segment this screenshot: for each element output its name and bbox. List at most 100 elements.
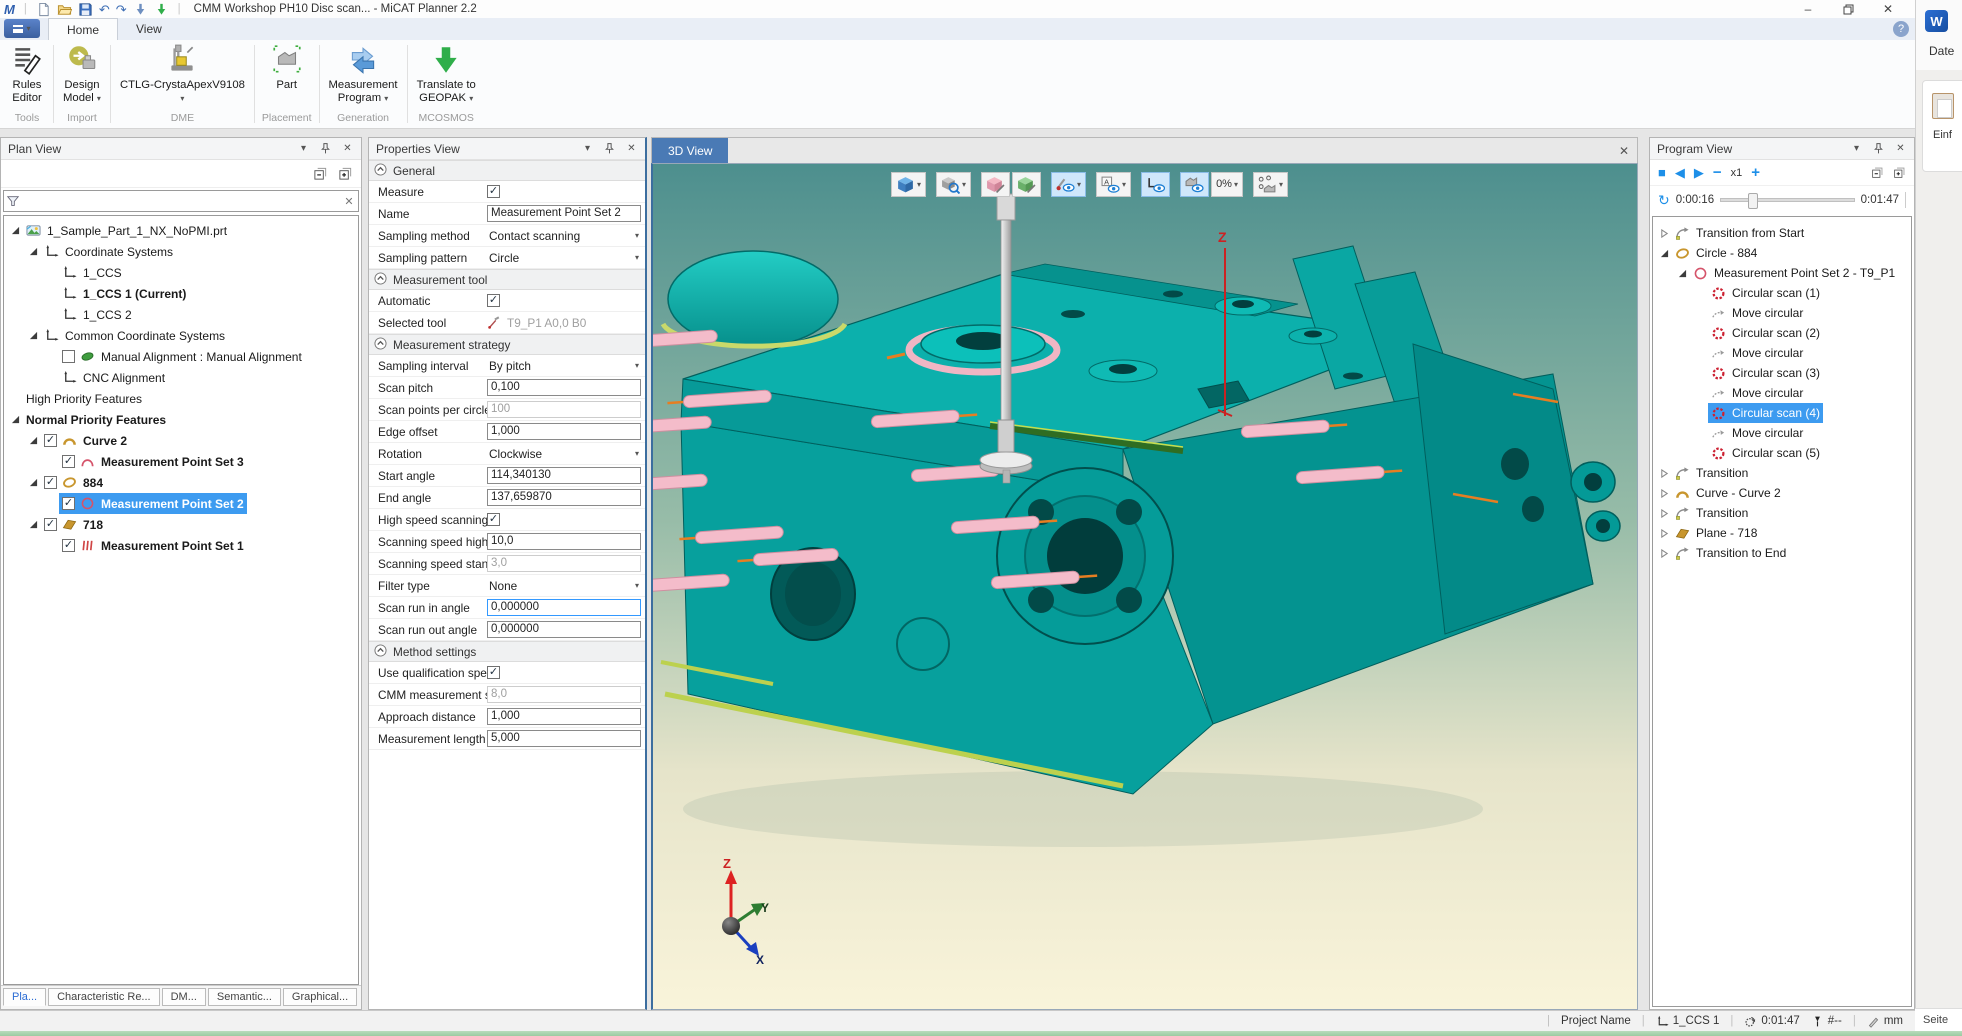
label-visibility-button[interactable]: A▾ bbox=[1096, 172, 1131, 197]
view-orientation-button[interactable]: ▾ bbox=[891, 172, 926, 197]
pin-icon[interactable] bbox=[603, 142, 616, 155]
zoom-fit-button[interactable]: ▾ bbox=[936, 172, 971, 197]
checkbox[interactable]: ✓ bbox=[487, 666, 500, 679]
hide-uncut-button[interactable] bbox=[981, 172, 1010, 197]
checkbox[interactable]: ✓ bbox=[44, 518, 57, 531]
transparency-button[interactable]: 0%▾ bbox=[1211, 172, 1243, 197]
expander-open-icon[interactable] bbox=[26, 247, 41, 256]
export-arrow-icon[interactable] bbox=[154, 2, 169, 17]
filter-input[interactable] bbox=[22, 192, 340, 210]
expander-open-icon[interactable] bbox=[8, 226, 23, 235]
plan-tree-item[interactable]: ✓Measurement Point Set 2 bbox=[4, 493, 358, 514]
part-button[interactable]: Part bbox=[262, 40, 312, 108]
property-dropdown[interactable]: None▾ bbox=[487, 579, 641, 593]
program-tree-item[interactable]: Transition from Start bbox=[1653, 223, 1911, 243]
save-icon[interactable] bbox=[78, 2, 93, 17]
checkbox[interactable] bbox=[62, 350, 75, 363]
loop-icon[interactable]: ↻ bbox=[1658, 192, 1670, 209]
checkbox[interactable]: ✓ bbox=[44, 476, 57, 489]
chevron-down-icon[interactable]: ▾ bbox=[297, 142, 310, 155]
expander-open-icon[interactable] bbox=[1657, 249, 1672, 258]
program-tree-item[interactable]: Circular scan (5) bbox=[1653, 443, 1911, 463]
plan-tree-item[interactable]: 1_CCS 1 (Current) bbox=[4, 283, 358, 304]
program-tree-item[interactable]: Measurement Point Set 2 - T9_P1 bbox=[1653, 263, 1911, 283]
restore-button[interactable] bbox=[1841, 2, 1855, 16]
chevron-down-icon[interactable]: ▾ bbox=[581, 142, 594, 155]
expander-open-icon[interactable] bbox=[26, 520, 41, 529]
expander-closed-icon[interactable] bbox=[1657, 469, 1672, 478]
collapse-section-icon[interactable] bbox=[374, 272, 387, 288]
close-icon[interactable]: ✕ bbox=[1894, 142, 1907, 155]
plan-tree-item[interactable]: ✓Measurement Point Set 3 bbox=[4, 451, 358, 472]
speed-decrease-button[interactable]: − bbox=[1713, 166, 1722, 179]
plan-tree-item[interactable]: 1_Sample_Part_1_NX_NoPMI.prt bbox=[4, 220, 358, 241]
step-back-button[interactable]: ◀ bbox=[1675, 166, 1685, 179]
plan-tree-item[interactable]: 1_CCS bbox=[4, 262, 358, 283]
property-input[interactable]: 137,659870 bbox=[487, 489, 641, 506]
property-dropdown[interactable]: By pitch▾ bbox=[487, 359, 641, 373]
hide-cut-button[interactable] bbox=[1012, 172, 1041, 197]
3d-viewport[interactable]: Z Z Y X ▾▾▾A▾0%▾▾ bbox=[651, 163, 1638, 1010]
property-input[interactable]: 0,000000 bbox=[487, 621, 641, 638]
app-icon[interactable]: M bbox=[4, 2, 15, 17]
bottom-tab-semantic[interactable]: Semantic... bbox=[208, 988, 281, 1006]
property-dropdown[interactable]: Contact scanning▾ bbox=[487, 229, 641, 243]
part-visibility-button[interactable] bbox=[1180, 172, 1209, 197]
program-tree-item[interactable]: Circle - 884 bbox=[1653, 243, 1911, 263]
property-input[interactable]: 0,100 bbox=[487, 379, 641, 396]
translate-geopak-button[interactable]: Translate toGEOPAK ▾ bbox=[409, 40, 484, 108]
checkbox[interactable]: ✓ bbox=[62, 497, 75, 510]
property-input[interactable]: 5,000 bbox=[487, 730, 641, 747]
collapse-all-icon[interactable] bbox=[1871, 166, 1884, 179]
play-button[interactable]: ▶ bbox=[1694, 166, 1704, 179]
word-insert-tab[interactable]: Einf bbox=[1933, 129, 1952, 141]
property-dropdown[interactable]: Clockwise▾ bbox=[487, 447, 641, 461]
plan-tree-item[interactable]: 1_CCS 2 bbox=[4, 304, 358, 325]
checkbox[interactable]: ✓ bbox=[487, 185, 500, 198]
pin-icon[interactable] bbox=[319, 142, 332, 155]
csys-visibility-button[interactable] bbox=[1141, 172, 1170, 197]
expander-closed-icon[interactable] bbox=[1657, 509, 1672, 518]
bottom-tab-pla[interactable]: Pla... bbox=[3, 988, 46, 1006]
collapse-section-icon[interactable] bbox=[374, 644, 387, 660]
program-tree-item[interactable]: Circular scan (2) bbox=[1653, 323, 1911, 343]
expander-open-icon[interactable] bbox=[26, 436, 41, 445]
expander-open-icon[interactable] bbox=[26, 331, 41, 340]
checkbox[interactable]: ✓ bbox=[487, 513, 500, 526]
expander-closed-icon[interactable] bbox=[1657, 529, 1672, 538]
checkbox[interactable]: ✓ bbox=[487, 294, 500, 307]
expander-open-icon[interactable] bbox=[26, 478, 41, 487]
program-tree-item[interactable]: Transition bbox=[1653, 503, 1911, 523]
active-ccs-status[interactable]: 1_CCS 1 bbox=[1656, 1015, 1720, 1028]
property-input[interactable]: 0,000000 bbox=[487, 599, 641, 616]
undo-icon[interactable]: ↶ bbox=[99, 3, 110, 16]
redo-icon[interactable]: ↷ bbox=[116, 3, 127, 16]
expander-open-icon[interactable] bbox=[8, 415, 23, 424]
slider-thumb[interactable] bbox=[1748, 193, 1758, 209]
speed-increase-button[interactable]: + bbox=[1751, 166, 1760, 179]
plan-tree-item[interactable]: Manual Alignment : Manual Alignment bbox=[4, 346, 358, 367]
program-tree-item[interactable]: Move circular bbox=[1653, 423, 1911, 443]
measurement-program-button[interactable]: MeasurementProgram ▾ bbox=[321, 40, 406, 108]
probe-visibility-button[interactable]: ▾ bbox=[1051, 172, 1086, 197]
property-input[interactable]: 3,0 bbox=[487, 555, 641, 572]
chevron-down-icon[interactable]: ▾ bbox=[1850, 142, 1863, 155]
collapse-section-icon[interactable] bbox=[374, 337, 387, 353]
app-menu-button[interactable]: ▾ bbox=[4, 19, 40, 38]
collapse-all-icon[interactable] bbox=[313, 166, 328, 181]
expander-closed-icon[interactable] bbox=[1657, 489, 1672, 498]
program-tree-item[interactable]: Curve - Curve 2 bbox=[1653, 483, 1911, 503]
program-tree-item[interactable]: Transition to End bbox=[1653, 543, 1911, 563]
stop-button[interactable]: ■ bbox=[1658, 166, 1666, 179]
plan-tree-item[interactable]: CNC Alignment bbox=[4, 367, 358, 388]
clear-filter-icon[interactable]: ✕ bbox=[340, 195, 358, 208]
units-status[interactable]: mm bbox=[1867, 1015, 1903, 1028]
plan-tree-item[interactable]: ✓718 bbox=[4, 514, 358, 535]
help-button[interactable]: ? bbox=[1893, 21, 1909, 37]
bottom-tab-characteristicre[interactable]: Characteristic Re... bbox=[48, 988, 160, 1006]
checkbox[interactable]: ✓ bbox=[62, 539, 75, 552]
tab-view[interactable]: View bbox=[118, 18, 180, 40]
program-tree-item[interactable]: Circular scan (4) bbox=[1653, 403, 1911, 423]
word-file-tab[interactable]: Date bbox=[1929, 44, 1954, 58]
close-icon[interactable]: ✕ bbox=[625, 142, 638, 155]
